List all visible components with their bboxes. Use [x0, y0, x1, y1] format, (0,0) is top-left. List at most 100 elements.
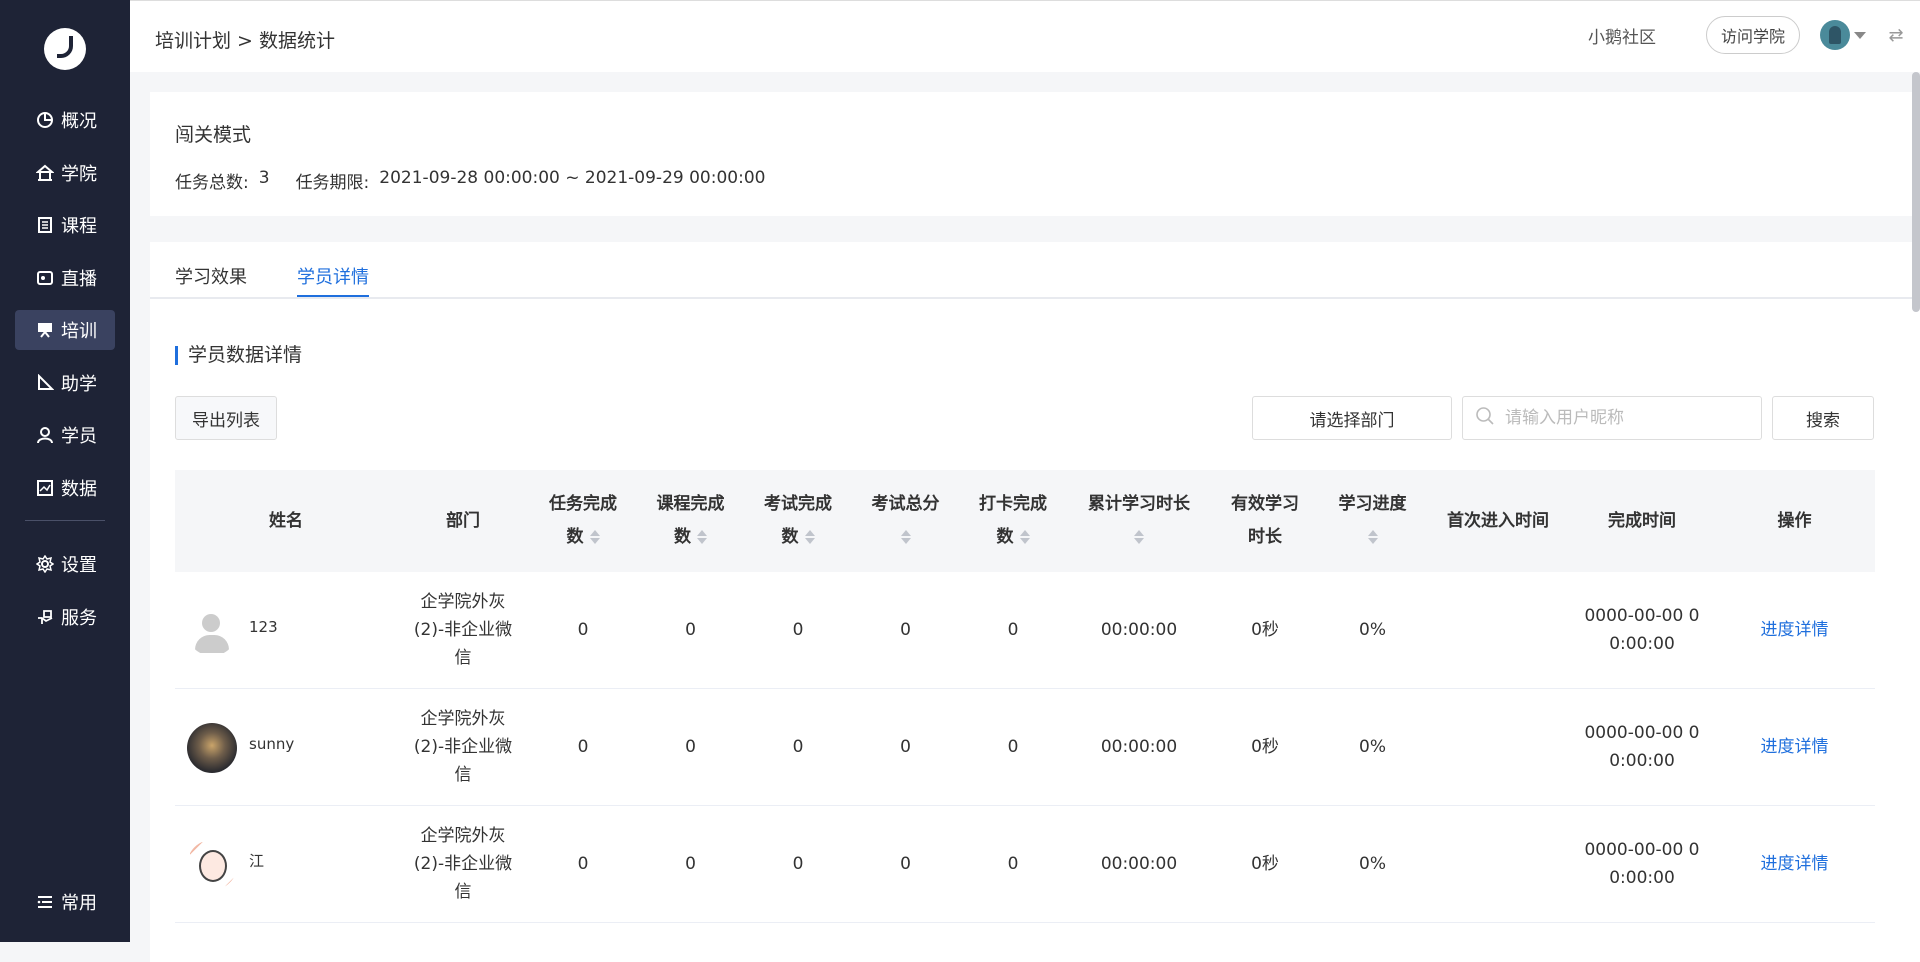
sort-icon[interactable]	[697, 530, 707, 544]
col-exam-complete[interactable]: 考试完成数	[744, 488, 852, 554]
cell-total-time: 00:00:00	[1100, 854, 1178, 874]
sort-icon[interactable]	[1019, 530, 1030, 544]
sidebar-item-label: 概况	[61, 111, 97, 132]
cell-finish: 0000-00-00 0 0:00:00	[1584, 840, 1700, 888]
progress-detail-link[interactable]: 进度详情	[1714, 616, 1875, 644]
sidebar-item-assist[interactable]: 助学	[15, 363, 115, 403]
search-button[interactable]: 搜索	[1772, 396, 1874, 440]
top-bar: 培训计划 > 数据统计 小鹅社区 访问学院 ⇄	[130, 0, 1920, 72]
sort-icon[interactable]	[589, 530, 600, 544]
cell-course: 0	[685, 737, 696, 757]
sidebar-item-students[interactable]: 学员	[15, 415, 115, 455]
cell-name: sunny	[175, 721, 397, 773]
sidebar-item-live[interactable]: 直播	[15, 258, 115, 298]
search-box[interactable]	[1462, 396, 1762, 440]
sidebar-item-overview[interactable]: 概况	[15, 100, 115, 140]
sort-icon[interactable]	[1367, 530, 1378, 544]
cell-score: 0	[900, 854, 911, 874]
table-header: 姓名 部门 任务完成数 课程完成数 考试完成数 考试总分 打卡完成数 累计学习时…	[175, 470, 1875, 572]
avatar	[187, 840, 237, 890]
visit-college-button[interactable]: 访问学院	[1705, 16, 1800, 54]
cell-effective: 0秒	[1251, 854, 1279, 874]
cell-exam: 0	[792, 854, 804, 874]
pie-chart-icon	[35, 110, 55, 130]
progress-detail-link[interactable]: 进度详情	[1714, 733, 1875, 761]
col-dept: 部门	[446, 510, 480, 531]
switch-icon[interactable]: ⇄	[1886, 25, 1906, 46]
chevron-down-icon[interactable]	[1854, 31, 1866, 39]
sort-icon[interactable]	[900, 530, 911, 544]
department-select[interactable]: 请选择部门	[1252, 396, 1452, 440]
logo[interactable]	[44, 28, 86, 70]
task-period-value: 2021-09-28 00:00:00 ~ 2021-09-29 00:00:0…	[379, 168, 766, 188]
section-title: 学员数据详情	[175, 346, 302, 365]
cell-exam: 0	[792, 620, 804, 640]
sidebar-item-label: 学员	[61, 426, 97, 447]
sidebar-item-label: 常用	[61, 893, 97, 914]
cell-task: 0	[577, 620, 589, 640]
cell-checkin: 0	[1007, 737, 1019, 757]
col-course-complete[interactable]: 课程完成数	[637, 488, 744, 554]
cell-name: 123	[175, 604, 397, 656]
scrollbar[interactable]	[1912, 72, 1920, 312]
cell-dept: 企学院外灰 (2)-非企业微信	[413, 709, 513, 785]
table-row: 123 企学院外灰 (2)-非企业微信 0 0 0 0 0 00:00:00 0秒…	[175, 572, 1875, 689]
tab-learning-effect[interactable]: 学习效果	[175, 242, 247, 298]
sidebar-item-college[interactable]: 学院	[15, 153, 115, 193]
sidebar-item-settings[interactable]: 设置	[15, 544, 115, 584]
cell-dept: 企学院外灰 (2)-非企业微信	[413, 826, 513, 902]
sidebar-item-course[interactable]: 课程	[15, 205, 115, 245]
col-exam-score[interactable]: 考试总分	[852, 488, 959, 554]
cell-finish: 0000-00-00 0 0:00:00	[1584, 606, 1700, 654]
sidebar-item-data[interactable]: 数据	[15, 468, 115, 508]
table-row: 江 企学院外灰 (2)-非企业微信 0 0 0 0 0 00:00:00 0秒 0…	[175, 806, 1875, 923]
gear-icon	[35, 554, 55, 574]
task-total-value: 3	[258, 168, 270, 188]
list-icon	[35, 892, 55, 912]
avatar[interactable]	[1820, 20, 1850, 50]
tab-student-details[interactable]: 学员详情	[297, 242, 369, 298]
sidebar-item-training[interactable]: 培训	[15, 310, 115, 350]
top-right-actions: 小鹅社区 访问学院 ⇄	[1588, 15, 1920, 55]
search-input[interactable]	[1505, 408, 1745, 428]
user-name: 123	[249, 618, 278, 636]
col-finish-time: 完成时间	[1608, 510, 1676, 531]
sort-icon[interactable]	[804, 530, 815, 544]
sidebar-item-label: 助学	[61, 373, 97, 395]
service-icon	[35, 607, 55, 627]
sidebar-item-service[interactable]: 服务	[15, 597, 115, 637]
sidebar-item-label: 直播	[61, 268, 97, 290]
cell-exam: 0	[792, 737, 804, 757]
training-icon	[35, 320, 55, 340]
sidebar-item-label: 设置	[61, 555, 97, 576]
col-task-complete[interactable]: 任务完成数	[529, 488, 637, 554]
cell-finish: 0000-00-00 0 0:00:00	[1584, 723, 1700, 771]
cell-effective: 0秒	[1251, 620, 1279, 640]
cell-dept: 企学院外灰 (2)-非企业微信	[413, 592, 513, 668]
cell-progress: 0%	[1359, 737, 1386, 757]
sort-icon[interactable]	[1134, 530, 1144, 544]
live-icon	[35, 268, 55, 288]
cell-checkin: 0	[1007, 854, 1019, 874]
tabs: 学习效果 学员详情	[175, 242, 419, 298]
sidebar-item-common[interactable]: 常用	[15, 882, 115, 922]
col-checkin-complete[interactable]: 打卡完成数	[959, 488, 1067, 554]
col-progress[interactable]: 学习进度	[1319, 488, 1426, 554]
cell-effective: 0秒	[1251, 737, 1279, 757]
user-name: sunny	[249, 735, 295, 753]
task-total-label: 任务总数:	[175, 173, 249, 193]
cell-total-time: 00:00:00	[1100, 737, 1178, 757]
col-first-enter: 首次进入时间	[1447, 510, 1549, 531]
cell-task: 0	[577, 737, 589, 757]
breadcrumb[interactable]: 培训计划 > 数据统计	[155, 26, 335, 53]
progress-detail-link[interactable]: 进度详情	[1714, 850, 1875, 878]
community-link[interactable]: 小鹅社区	[1588, 23, 1656, 48]
cell-score: 0	[900, 620, 911, 640]
sidebar-item-label: 课程	[61, 216, 97, 237]
cell-score: 0	[900, 737, 911, 757]
col-total-time[interactable]: 累计学习时长	[1067, 488, 1211, 554]
col-action: 操作	[1777, 510, 1812, 531]
export-list-button[interactable]: 导出列表	[175, 396, 277, 440]
mode-title: 闯关模式	[175, 124, 252, 146]
cell-course: 0	[685, 620, 696, 640]
